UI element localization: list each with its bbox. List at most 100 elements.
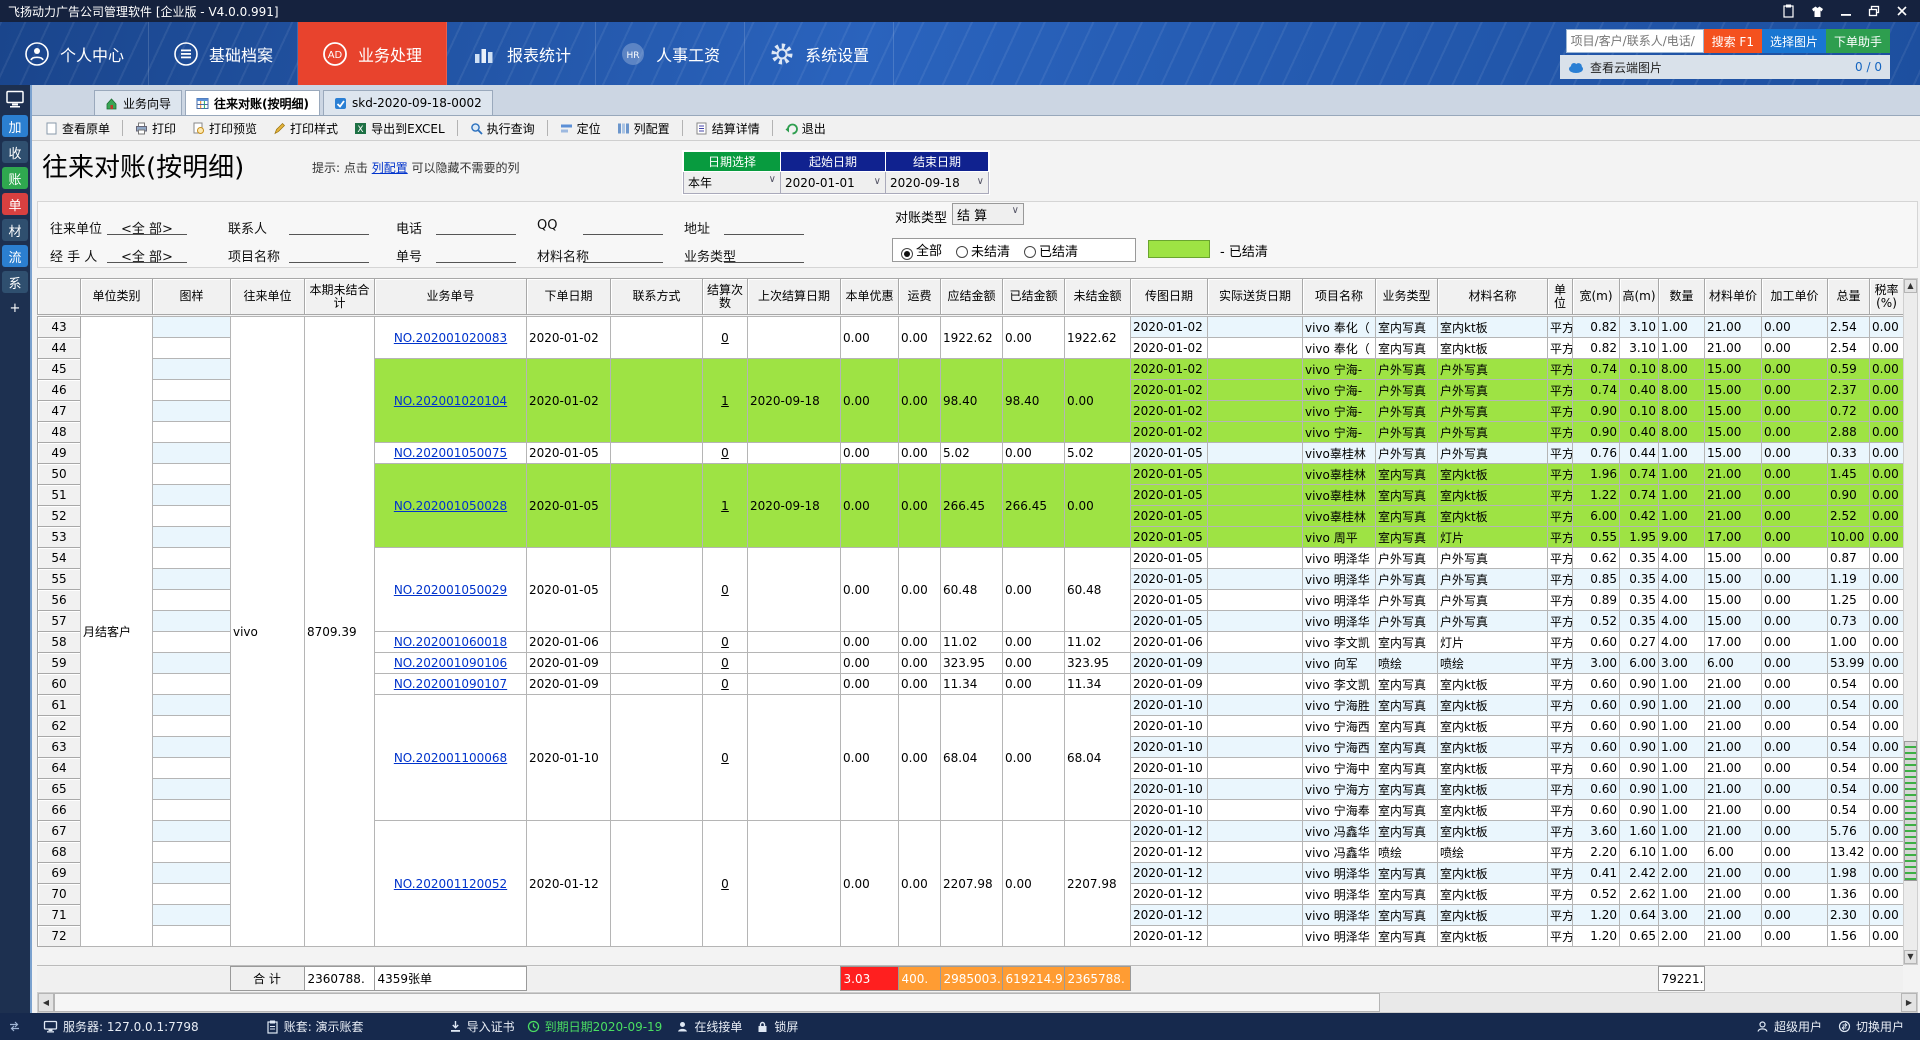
image-cell[interactable] [153,401,231,422]
status-right-item-1[interactable]: 超级用户 [1756,1018,1822,1035]
image-cell[interactable] [153,905,231,926]
image-cell[interactable] [153,506,231,527]
col-header-biz_type[interactable]: 业务类型 [1376,279,1438,315]
filter-value-field[interactable]: <全 部> [107,218,187,235]
menu-item-2[interactable]: 基础档案 [149,22,298,85]
row-number[interactable]: 69 [38,863,81,884]
status-item-3[interactable]: 账套: 演示账套 [266,1018,364,1035]
account-type-select[interactable]: 结 算∨ [952,203,1024,225]
order-link[interactable]: NO.202001020083 [377,331,524,345]
start-date-select[interactable]: 2020-01-01∨ [781,172,886,194]
row-number[interactable]: 44 [38,338,81,359]
col-header-height[interactable]: 高(m) [1620,279,1659,315]
order-link[interactable]: NO.202001100068 [377,751,524,765]
row-number[interactable]: 53 [38,527,81,548]
image-cell[interactable] [153,674,231,695]
status-item-5[interactable]: 到期日期2020-09-19 [527,1018,663,1035]
sidebar-item-2[interactable]: 收 [2,141,28,163]
sidebar-item-5[interactable]: 材 [2,219,28,241]
col-header-due[interactable]: 应结金额 [941,279,1003,315]
order-link[interactable]: NO.202001020104 [377,394,524,408]
close-icon[interactable] [1896,5,1908,17]
col-header-order_date[interactable]: 下单日期 [527,279,611,315]
col-header-settle_count[interactable]: 结算次数 [703,279,748,315]
image-cell[interactable] [153,422,231,443]
col-header-total[interactable]: 总量 [1828,279,1870,315]
image-cell[interactable] [153,464,231,485]
image-cell[interactable] [153,317,231,338]
menu-item-1[interactable]: 个人中心 [0,22,149,85]
col-header-contact[interactable]: 联系方式 [611,279,703,315]
order-link[interactable]: NO.202001050028 [377,499,524,513]
col-header-unsettled[interactable]: 未结金额 [1065,279,1131,315]
clipboard-icon[interactable] [1782,4,1795,18]
shirt-icon[interactable] [1811,5,1824,18]
image-cell[interactable] [153,716,231,737]
sidebar-item-4[interactable]: 单 [2,193,28,215]
row-number[interactable]: 71 [38,905,81,926]
toolbar-button-3[interactable]: 打印预览 [185,118,264,139]
tab-1[interactable]: 业务向导 [94,90,182,115]
col-header-discount[interactable]: 本单优惠 [841,279,899,315]
row-number[interactable]: 62 [38,716,81,737]
toolbar-button-10[interactable]: 退出 [778,118,833,139]
row-number[interactable]: 48 [38,422,81,443]
settle-count-cell[interactable]: 1 [703,359,748,443]
status-item-6[interactable]: 在线接单 [676,1018,742,1035]
col-header-partner[interactable]: 往来单位 [231,279,305,315]
col-header-upload_date[interactable]: 传图日期 [1131,279,1208,315]
settle-count-cell[interactable]: 0 [703,695,748,821]
row-number[interactable]: 50 [38,464,81,485]
col-header-tax[interactable]: 税率(%) [1870,279,1904,315]
sidebar-item-7[interactable]: 系 [2,271,28,293]
sidebar-item-1[interactable]: 加 [2,115,28,137]
col-header-mat_price[interactable]: 材料单价 [1705,279,1762,315]
col-header-width[interactable]: 宽(m) [1573,279,1620,315]
image-cell[interactable] [153,485,231,506]
col-header-unit_type[interactable]: 单位类别 [81,279,153,315]
toolbar-button-4[interactable]: 打印样式 [266,118,345,139]
row-number[interactable]: 72 [38,926,81,947]
settle-count-cell[interactable]: 0 [703,821,748,947]
col-header-order_no[interactable]: 业务单号 [375,279,527,315]
maximize-icon[interactable] [1868,5,1880,17]
settle-count-cell[interactable]: 1 [703,464,748,548]
horizontal-scrollbar[interactable]: ◀ ▶ [37,992,1918,1013]
menu-item-4[interactable]: 报表统计 [447,22,596,85]
vertical-scrollbar[interactable]: ▲ ▼ [1903,278,1918,965]
row-number[interactable]: 60 [38,674,81,695]
order-link[interactable]: NO.202001120052 [377,877,524,891]
image-cell[interactable] [153,821,231,842]
settle-count-cell[interactable]: 0 [703,674,748,695]
minimize-icon[interactable] [1840,5,1852,17]
global-search-input[interactable] [1566,29,1704,53]
toolbar-button-6[interactable]: 执行查询 [463,118,542,139]
row-number[interactable]: 58 [38,632,81,653]
column-config-link[interactable]: 列配置 [372,161,408,175]
row-number[interactable]: 54 [38,548,81,569]
row-number[interactable]: 45 [38,359,81,380]
image-cell[interactable] [153,695,231,716]
status-right-item-2[interactable]: 切换用户 [1838,1018,1904,1035]
image-cell[interactable] [153,779,231,800]
monitor-icon[interactable] [5,90,25,109]
filter-value-field[interactable] [289,246,369,263]
scroll-up-icon[interactable]: ▲ [1904,279,1917,293]
settle-count-cell[interactable]: 0 [703,443,748,464]
sidebar-item-3[interactable]: 账 [2,167,28,189]
row-number[interactable]: 65 [38,779,81,800]
col-header-image[interactable]: 图样 [153,279,231,315]
image-cell[interactable] [153,590,231,611]
end-date-select[interactable]: 2020-09-18∨ [886,172,989,194]
filter-value-field[interactable] [724,246,804,263]
image-cell[interactable] [153,380,231,401]
image-cell[interactable] [153,527,231,548]
scroll-left-icon[interactable]: ◀ [38,993,54,1012]
settle-count-cell[interactable]: 0 [703,548,748,632]
col-header-delivery_date[interactable]: 实际送货日期 [1208,279,1303,315]
image-cell[interactable] [153,884,231,905]
col-header-period_unsettled[interactable]: 本期未结合计 [305,279,375,315]
cloud-image-bar[interactable]: 查看云端图片 0 / 0 [1560,55,1890,79]
col-header-freight[interactable]: 运费 [899,279,941,315]
scroll-down-icon[interactable]: ▼ [1904,950,1917,964]
